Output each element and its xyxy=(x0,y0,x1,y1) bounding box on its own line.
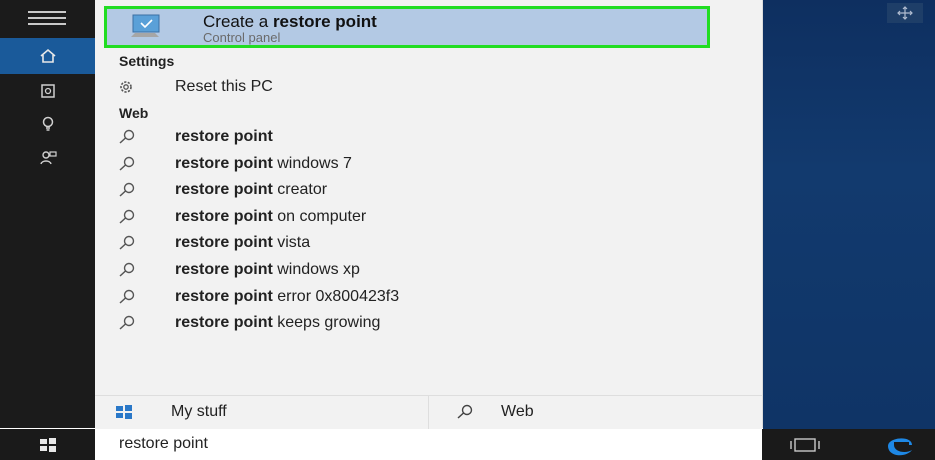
gear-icon xyxy=(117,77,151,97)
search-icon xyxy=(117,180,151,200)
start-rail xyxy=(0,0,95,428)
web-suggestion-item[interactable]: restore point xyxy=(115,124,735,150)
desktop-background xyxy=(763,0,935,429)
web-suggestion-item[interactable]: restore point vista xyxy=(115,230,735,256)
web-suggestion-item[interactable]: restore point windows 7 xyxy=(115,151,735,177)
notebook-icon xyxy=(40,84,55,98)
best-match-title: Create a restore point xyxy=(203,12,377,31)
search-icon xyxy=(117,154,151,174)
windows-logo-icon xyxy=(116,405,132,419)
taskbar xyxy=(0,429,935,460)
start-button[interactable] xyxy=(0,429,95,460)
scope-divider xyxy=(428,396,429,430)
task-view-icon[interactable] xyxy=(785,436,825,454)
hamburger-menu-icon[interactable] xyxy=(28,11,66,25)
search-scope-bar: My stuff Web xyxy=(95,395,762,430)
best-match-subtitle: Control panel xyxy=(203,30,281,45)
move-handle-icon[interactable] xyxy=(887,3,923,23)
search-results-panel: Create a restore point Control panel Set… xyxy=(95,0,763,428)
search-box[interactable] xyxy=(95,429,762,460)
lightbulb-icon xyxy=(42,116,53,131)
web-suggestion-item[interactable]: restore point windows xp xyxy=(115,257,735,283)
web-suggestion-label: restore point keeps growing xyxy=(175,314,381,332)
settings-item-label: Reset this PC xyxy=(175,78,273,95)
web-suggestion-label: restore point creator xyxy=(175,181,328,199)
web-suggestion-item[interactable]: restore point error 0x800423f3 xyxy=(115,284,735,310)
home-icon xyxy=(39,48,56,63)
web-suggestion-label: restore point windows xp xyxy=(175,261,360,278)
my-stuff-label: My stuff xyxy=(171,403,227,420)
feedback-icon xyxy=(39,151,57,165)
search-icon xyxy=(117,313,151,333)
web-suggestion-item[interactable]: restore point on computer xyxy=(115,204,735,230)
home-button[interactable] xyxy=(0,38,95,74)
notebook-button[interactable] xyxy=(0,75,95,107)
my-stuff-button[interactable]: My stuff xyxy=(115,403,227,421)
search-icon xyxy=(117,207,151,227)
web-suggestion-label: restore point on computer xyxy=(175,207,367,225)
settings-item-reset-pc[interactable]: Reset this PC xyxy=(115,74,735,100)
web-suggestion-item[interactable]: restore point keeps growing xyxy=(115,310,735,336)
web-suggestion-label: restore point windows 7 xyxy=(175,154,352,172)
search-icon xyxy=(117,233,151,253)
search-icon xyxy=(117,260,151,280)
web-button[interactable]: Web xyxy=(455,403,534,421)
search-icon xyxy=(117,127,151,147)
web-label: Web xyxy=(501,403,534,420)
web-suggestion-label: restore point error 0x800423f3 xyxy=(175,287,400,305)
edge-browser-icon[interactable] xyxy=(882,431,918,459)
section-settings-header: Settings xyxy=(119,53,175,69)
windows-start-icon xyxy=(39,437,56,452)
feedback-button[interactable] xyxy=(0,142,95,174)
reminders-button[interactable] xyxy=(0,108,95,140)
search-input[interactable] xyxy=(117,434,721,454)
web-suggestion-label: restore point xyxy=(175,128,273,145)
best-match-result[interactable]: Create a restore point Control panel xyxy=(104,6,710,48)
search-icon xyxy=(457,404,473,419)
web-suggestion-label: restore point vista xyxy=(175,234,311,252)
section-web-header: Web xyxy=(119,105,149,121)
monitor-icon xyxy=(131,14,160,37)
web-suggestion-item[interactable]: restore point creator xyxy=(115,177,735,203)
search-icon xyxy=(117,287,151,307)
